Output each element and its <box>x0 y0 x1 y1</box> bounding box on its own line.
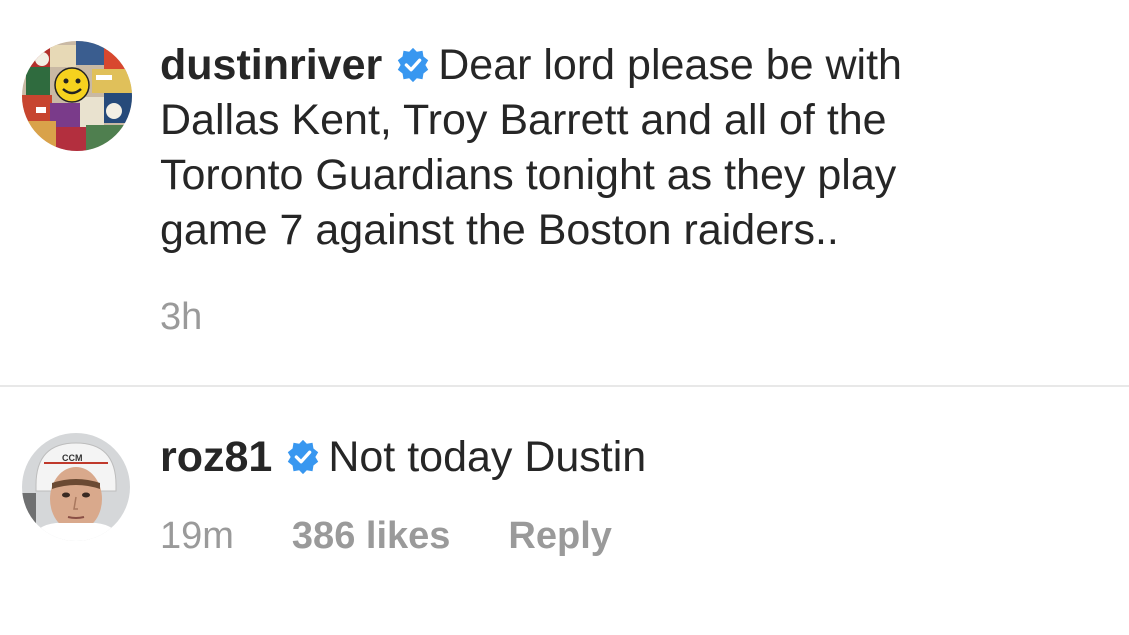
comment-text: roz81 Not today Dustin <box>160 430 1010 485</box>
avatar[interactable] <box>22 41 132 151</box>
verified-badge-icon <box>394 46 432 84</box>
comment-meta: 3h <box>160 296 1010 339</box>
comment-text: dustinriver Dear lord please be with Dall… <box>160 38 1010 258</box>
reply-button[interactable]: Reply <box>508 515 611 558</box>
comment-item: CCM roz81 Not today Dustin 19m 386 likes Re… <box>0 430 1129 630</box>
comment-body: Not today Dustin <box>328 433 647 481</box>
verified-badge-icon <box>284 438 322 476</box>
username[interactable]: roz81 <box>160 433 272 481</box>
comment-meta: 19m 386 likes Reply <box>160 515 1010 558</box>
sticker-collage-avatar-icon <box>22 41 132 151</box>
divider <box>0 385 1129 387</box>
hockey-player-avatar-icon: CCM <box>22 433 130 541</box>
timestamp[interactable]: 19m <box>160 515 234 558</box>
username[interactable]: dustinriver <box>160 41 382 89</box>
avatar[interactable]: CCM <box>22 433 130 541</box>
likes-count[interactable]: 386 likes <box>292 515 450 558</box>
helmet-logo: CCM <box>62 453 83 463</box>
timestamp[interactable]: 3h <box>160 296 202 339</box>
comment-item: dustinriver Dear lord please be with Dall… <box>0 38 1129 378</box>
